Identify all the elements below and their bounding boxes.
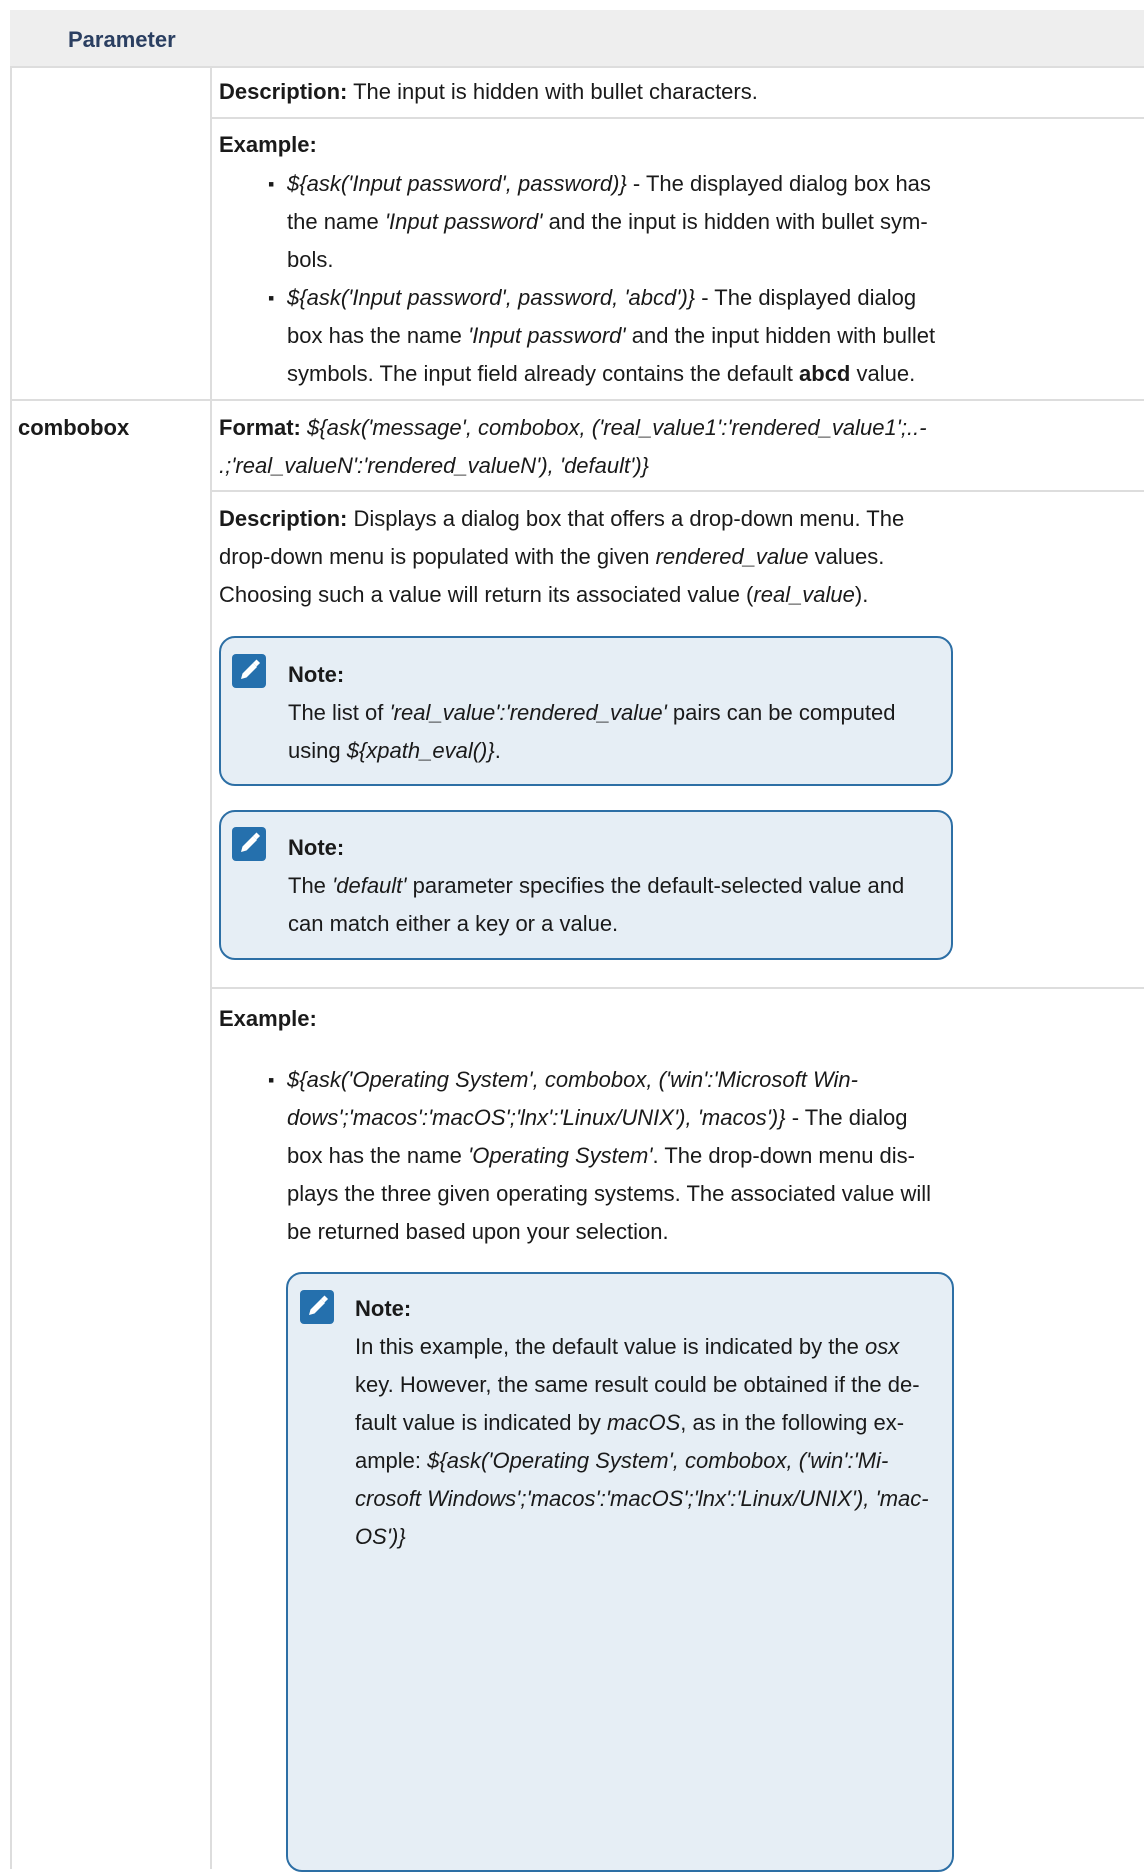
- combobox-example-line-5: be returned based upon your selection.: [287, 1219, 669, 1244]
- password-example-2-line-1: ${ask('Input password', password, 'abcd'…: [287, 285, 917, 310]
- list-bullet: ▪: [268, 1070, 275, 1090]
- note-line: The 'default' parameter specifies the de…: [288, 873, 905, 898]
- note-line: key. However, the same result could be o…: [355, 1372, 920, 1397]
- password-description: Description: The input is hidden with bu…: [219, 79, 758, 104]
- note-line: using ${xpath_eval()}.: [288, 738, 501, 763]
- password-example-1-line-3: bols.: [287, 247, 334, 272]
- combobox-format-line-2: .;'real_valueN':'rendered_valueN'), 'def…: [219, 453, 649, 478]
- pencil-note-icon: [232, 827, 266, 861]
- password-example-label: Example:: [219, 132, 317, 157]
- combobox-example-line-1: ${ask('Operating System', combobox, ('wi…: [287, 1067, 858, 1092]
- combobox-description-line-3: Choosing such a value will return its as…: [219, 582, 869, 607]
- note-line: OS')}: [355, 1524, 406, 1549]
- combobox-example-label: Example:: [219, 1006, 317, 1031]
- password-example-2-line-3: symbols. The input field already contain…: [287, 361, 916, 386]
- pencil-note-icon: [300, 1290, 334, 1324]
- cell-divider: [212, 117, 1144, 119]
- note-line: The list of 'real_value':'rendered_value…: [288, 700, 896, 725]
- note-title: Note:: [288, 835, 345, 860]
- combobox-description-line-2: drop-down menu is populated with the giv…: [219, 544, 885, 569]
- password-example-1-line-2: the name 'Input password' and the input …: [287, 209, 928, 234]
- note-line: ample: ${ask('Operating System', combobo…: [355, 1448, 889, 1473]
- list-bullet: ▪: [268, 288, 275, 308]
- page: Parameter Description: The input is hidd…: [0, 0, 1144, 1872]
- combobox-description-line-1: Description: Displays a dialog box that …: [219, 506, 905, 531]
- note-title: Note:: [288, 662, 345, 687]
- row-divider: [10, 399, 1144, 401]
- pencil-note-icon: [232, 654, 266, 688]
- cell-divider: [212, 987, 1144, 989]
- column-divider: [210, 66, 212, 1869]
- list-bullet: ▪: [268, 174, 275, 194]
- combobox-format-line-1: Format: ${ask('message', combobox, ('rea…: [219, 415, 927, 440]
- note-title: Note:: [355, 1296, 412, 1321]
- table-header: Parameter: [10, 10, 1144, 68]
- parameter-name-combobox: combobox: [18, 415, 130, 440]
- password-example-1-line-1: ${ask('Input password', password)} - The…: [287, 171, 931, 196]
- cell-divider: [212, 490, 1144, 492]
- note-line: crosoft Windows';'macos':'macOS';'lnx':'…: [355, 1486, 929, 1511]
- note-line: In this example, the default value is in…: [355, 1334, 900, 1359]
- note-line: can match either a key or a value.: [288, 911, 619, 936]
- combobox-example-line-2: dows';'macos':'macOS';'lnx':'Linux/UNIX'…: [287, 1105, 908, 1130]
- note-line: fault value is indicated by macOS, as in…: [355, 1410, 905, 1435]
- password-example-2-line-2: box has the name 'Input password' and th…: [287, 323, 936, 348]
- column-header-parameter: Parameter: [68, 27, 176, 52]
- combobox-example-line-4: plays the three given operating systems.…: [287, 1181, 932, 1206]
- combobox-example-line-3: box has the name 'Operating System'. The…: [287, 1143, 916, 1168]
- table-border-left: [10, 66, 12, 1869]
